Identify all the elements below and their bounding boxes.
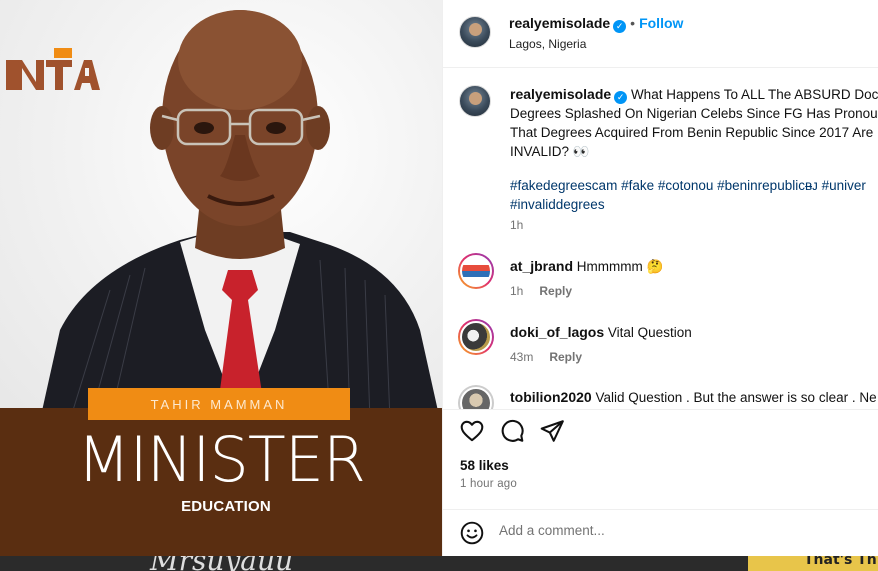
comment-bubble-icon[interactable] (499, 418, 525, 444)
caption-text: realyemisolade ✓ What Happens To ALL The … (510, 85, 878, 161)
caption-time: 1h (510, 218, 524, 232)
emoji-picker-icon[interactable] (459, 520, 485, 546)
comment-username[interactable]: doki_of_lagos (510, 324, 604, 340)
caption-line-4: INVALID? 👀 (510, 144, 590, 159)
likes-count[interactable]: 58 likes (460, 458, 509, 473)
caption-verified-icon: ✓ (614, 91, 628, 104)
comment-avatar[interactable] (458, 253, 494, 289)
background-sign: That's Th (748, 556, 878, 571)
comment-time: 1h (510, 284, 524, 298)
location-link[interactable]: Lagos, Nigeria (509, 37, 586, 51)
comments-section[interactable]: realyemisolade ✓ What Happens To ALL The … (443, 69, 878, 409)
name-tag-text: TAHIR MAMMAN (150, 396, 288, 412)
background-script-text: Mrsuyauu (150, 556, 293, 571)
action-bar: 58 likes 1 hour ago (443, 409, 878, 509)
comment-meta: 43m Reply (510, 350, 582, 364)
instagram-post-view: TAHIR MAMMAN MINISTER EDUCATION Mrsuyauu… (0, 0, 878, 571)
department-text: EDUCATION (181, 498, 271, 515)
post-header: realyemisolade ✓ • Follow Lagos, Nigeria (443, 0, 878, 68)
comment-text: Vital Question (607, 325, 692, 340)
reply-button[interactable]: Reply (539, 284, 572, 298)
hashtags-line-1[interactable]: #fakedegreescam #fake #cotonou #beninrep… (510, 176, 878, 195)
add-comment-bar (443, 509, 878, 556)
comment-avatar[interactable] (458, 385, 494, 409)
separator-dot: • (630, 15, 636, 31)
comment-time: 43m (510, 350, 534, 364)
post-details-panel: realyemisolade ✓ • Follow Lagos, Nigeria re… (442, 0, 878, 556)
background-sign-text: That's Th (804, 556, 877, 568)
author-username[interactable]: realyemisolade (509, 15, 610, 31)
comment-row: doki_of_lagos Vital Question (510, 324, 692, 340)
comment-meta: 1h Reply (510, 284, 572, 298)
post-timestamp[interactable]: 1 hour ago (460, 478, 517, 490)
post-image[interactable]: TAHIR MAMMAN MINISTER EDUCATION (0, 0, 442, 556)
follow-button[interactable]: Follow (639, 15, 683, 31)
share-send-icon[interactable] (539, 418, 565, 444)
caption-line-3: That Degrees Acquired From Benin Republi… (510, 125, 874, 140)
caption-username[interactable]: realyemisolade (510, 86, 611, 102)
headline-text: MINISTER (77, 423, 366, 496)
comment-username[interactable]: tobilion2020 (510, 389, 592, 405)
name-tag: TAHIR MAMMAN (88, 388, 350, 420)
comment-text: Hmmmmm 🤔 (576, 259, 664, 274)
like-heart-icon[interactable] (459, 418, 485, 444)
comment-row: tobilion2020 Valid Question . But the an… (510, 389, 878, 405)
comment-row: at_jbrand Hmmmmm 🤔 (510, 258, 663, 275)
background-strip: Mrsuyauu That's Th (0, 556, 878, 571)
caption-line-2: Degrees Splashed On Nigerian Celebs Sinc… (510, 106, 878, 121)
reply-button[interactable]: Reply (549, 350, 582, 364)
author-avatar[interactable] (459, 16, 491, 48)
comment-avatar[interactable] (458, 319, 494, 355)
verified-badge-icon: ✓ (613, 20, 627, 33)
author-line: realyemisolade ✓ • Follow (509, 15, 683, 33)
hashtags-line-2[interactable]: #invaliddegrees (510, 195, 878, 214)
comment-input[interactable] (499, 523, 859, 538)
caption-author-avatar[interactable] (459, 85, 491, 117)
comment-text: Valid Question . But the answer is so cl… (595, 390, 877, 405)
caption-hashtags[interactable]: #fakedegreescam #fake #cotonou #beninrep… (510, 176, 878, 214)
caption-line-1: What Happens To ALL The ABSURD Docto (630, 87, 878, 102)
comment-username[interactable]: at_jbrand (510, 258, 573, 274)
portrait-photo (40, 10, 440, 420)
